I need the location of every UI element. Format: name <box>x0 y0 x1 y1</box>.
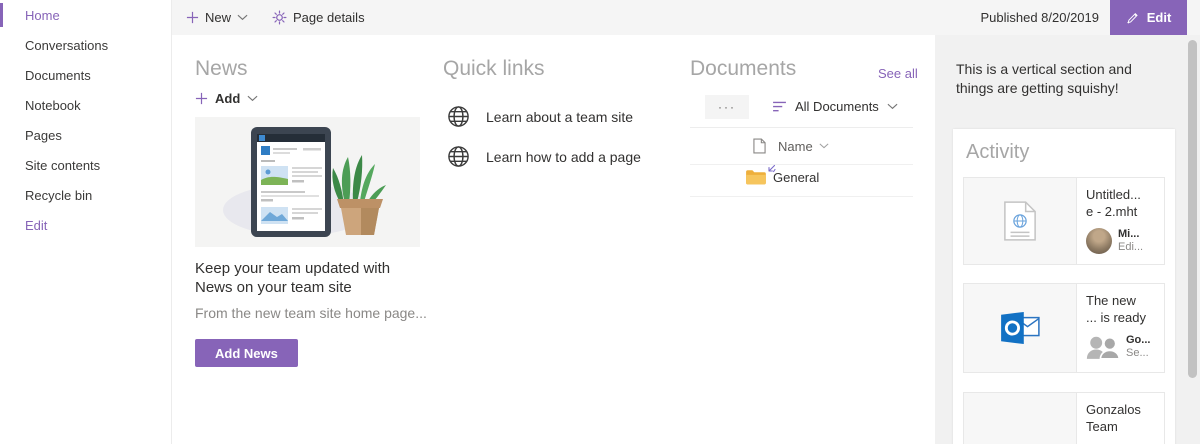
activity-person-action: Edi... <box>1118 241 1144 253</box>
sidebar-item-label: Documents <box>25 67 91 83</box>
activity-webpart: Activity Untitled... e - 2.mht Mi... Edi… <box>953 129 1175 444</box>
documents-name-column-label: Name <box>778 138 813 154</box>
divider <box>690 127 913 128</box>
folder-icon <box>746 170 766 185</box>
globe-icon <box>448 106 469 127</box>
divider <box>690 196 913 197</box>
sidebar-item-home[interactable]: Home <box>0 0 171 30</box>
web-file-icon <box>1004 201 1036 241</box>
vertical-section-text: This is a vertical section and things ar… <box>956 61 1132 96</box>
chevron-down-icon <box>237 14 248 21</box>
activity-item-outlook[interactable]: The new ... is ready Go... Se... <box>963 283 1165 373</box>
sidebar-item-label: Conversations <box>25 37 109 53</box>
sidebar-item-recycle-bin[interactable]: Recycle bin <box>0 180 171 210</box>
documents-see-all-link[interactable]: See all <box>878 66 918 81</box>
quick-link-team-site[interactable]: Learn about a team site <box>447 105 633 128</box>
quick-link-add-page[interactable]: Learn how to add a page <box>447 145 641 168</box>
activity-person-action: Se... <box>1126 347 1149 359</box>
sidebar-item-label: Notebook <box>25 97 81 113</box>
divider <box>690 164 913 165</box>
activity-item-title: ... is ready <box>1086 310 1146 325</box>
news-placeholder-image <box>195 117 420 247</box>
news-add-button[interactable]: Add <box>195 91 258 106</box>
add-news-button[interactable]: Add News <box>195 339 298 367</box>
avatar <box>1086 228 1112 254</box>
activity-item-mht-file[interactable]: Untitled... e - 2.mht Mi... Edi... <box>963 177 1165 265</box>
sidebar-item-pages[interactable]: Pages <box>0 120 171 150</box>
news-headline: Keep your team updated with News on your… <box>195 260 391 296</box>
new-button[interactable]: New <box>186 0 248 35</box>
quick-links-section-title: Quick links <box>443 57 545 80</box>
documents-view-label: All Documents <box>795 99 879 114</box>
page-scrollbar[interactable] <box>1186 35 1200 444</box>
activity-item-body: The new ... is ready Go... Se... <box>1076 284 1164 372</box>
globe-icon <box>448 146 469 167</box>
activity-item-body: Gonzalos Team <box>1076 393 1164 444</box>
sidebar-item-documents[interactable]: Documents <box>0 60 171 90</box>
activity-thumbnail <box>964 284 1076 372</box>
edit-page-label: Edit <box>1146 10 1172 25</box>
news-subtext: From the new team site home page... <box>195 305 427 321</box>
activity-item-title: e - 2.mht <box>1086 204 1138 219</box>
sidebar-item-conversations[interactable]: Conversations <box>0 30 171 60</box>
activity-item-body: Untitled... e - 2.mht Mi... Edi... <box>1076 178 1164 264</box>
activity-thumbnail <box>964 393 1076 444</box>
activity-person-row: Go... Se... <box>1086 334 1160 360</box>
published-status: Published 8/20/2019 <box>980 10 1099 25</box>
documents-view-selector[interactable]: All Documents <box>772 99 898 114</box>
site-navigation: Home Conversations Documents Notebook Pa… <box>0 0 172 444</box>
edit-page-button[interactable]: Edit <box>1110 0 1187 35</box>
sidebar-item-label: Edit <box>25 217 48 233</box>
quick-link-label: Learn about a team site <box>486 108 634 125</box>
sidebar-item-notebook[interactable]: Notebook <box>0 90 171 120</box>
activity-item-title: The new <box>1086 293 1136 308</box>
sidebar-item-site-contents[interactable]: Site contents <box>0 150 171 180</box>
activity-item-title: Gonzalos <box>1086 402 1141 417</box>
vertical-section: This is a vertical section and things ar… <box>935 35 1186 444</box>
activity-section-title: Activity <box>966 141 1030 163</box>
chevron-down-icon <box>819 143 829 149</box>
documents-name-column-header[interactable]: Name <box>753 138 829 154</box>
chevron-down-icon <box>887 103 898 110</box>
documents-more-button[interactable]: ··· <box>705 95 749 119</box>
news-section-title: News <box>195 57 248 80</box>
scrollbar-thumb[interactable] <box>1188 40 1197 378</box>
news-illustration <box>223 127 386 237</box>
activity-item-title: Team <box>1086 419 1118 434</box>
chevron-down-icon <box>247 95 258 102</box>
plus-icon <box>186 11 199 24</box>
people-icon <box>1086 336 1120 359</box>
sidebar-item-edit[interactable]: Edit <box>0 210 171 240</box>
activity-person-row: Mi... Edi... <box>1086 228 1160 254</box>
sidebar-item-label: Site contents <box>25 157 101 173</box>
document-row-name: General <box>773 169 820 185</box>
new-item-badge-icon <box>768 164 776 173</box>
documents-section-title: Documents <box>690 57 797 80</box>
pencil-icon <box>1126 12 1138 24</box>
activity-thumbnail <box>964 178 1076 264</box>
view-list-icon <box>773 101 786 112</box>
activity-item-title: Untitled... <box>1086 187 1141 202</box>
sidebar-item-label: Home <box>25 7 60 23</box>
activity-person-name: Mi... <box>1118 228 1140 240</box>
plus-icon <box>195 92 208 105</box>
new-button-label: New <box>205 10 232 25</box>
active-indicator <box>0 3 3 27</box>
news-add-label: Add <box>215 91 241 106</box>
sidebar-item-label: Recycle bin <box>25 187 93 203</box>
page-details-label: Page details <box>293 10 365 25</box>
quick-link-label: Learn how to add a page <box>486 148 641 165</box>
command-bar: New Page details Published 8/20/2019 Edi… <box>172 0 1200 35</box>
document-row-general[interactable]: General <box>745 169 819 185</box>
sidebar-item-label: Pages <box>25 127 62 143</box>
outlook-icon <box>1001 311 1040 345</box>
activity-item-gonzalos-team[interactable]: Gonzalos Team <box>963 392 1165 444</box>
gear-icon <box>272 10 287 25</box>
activity-person-name: Go... <box>1126 334 1151 346</box>
document-icon <box>753 138 766 154</box>
page-details-button[interactable]: Page details <box>272 0 365 35</box>
